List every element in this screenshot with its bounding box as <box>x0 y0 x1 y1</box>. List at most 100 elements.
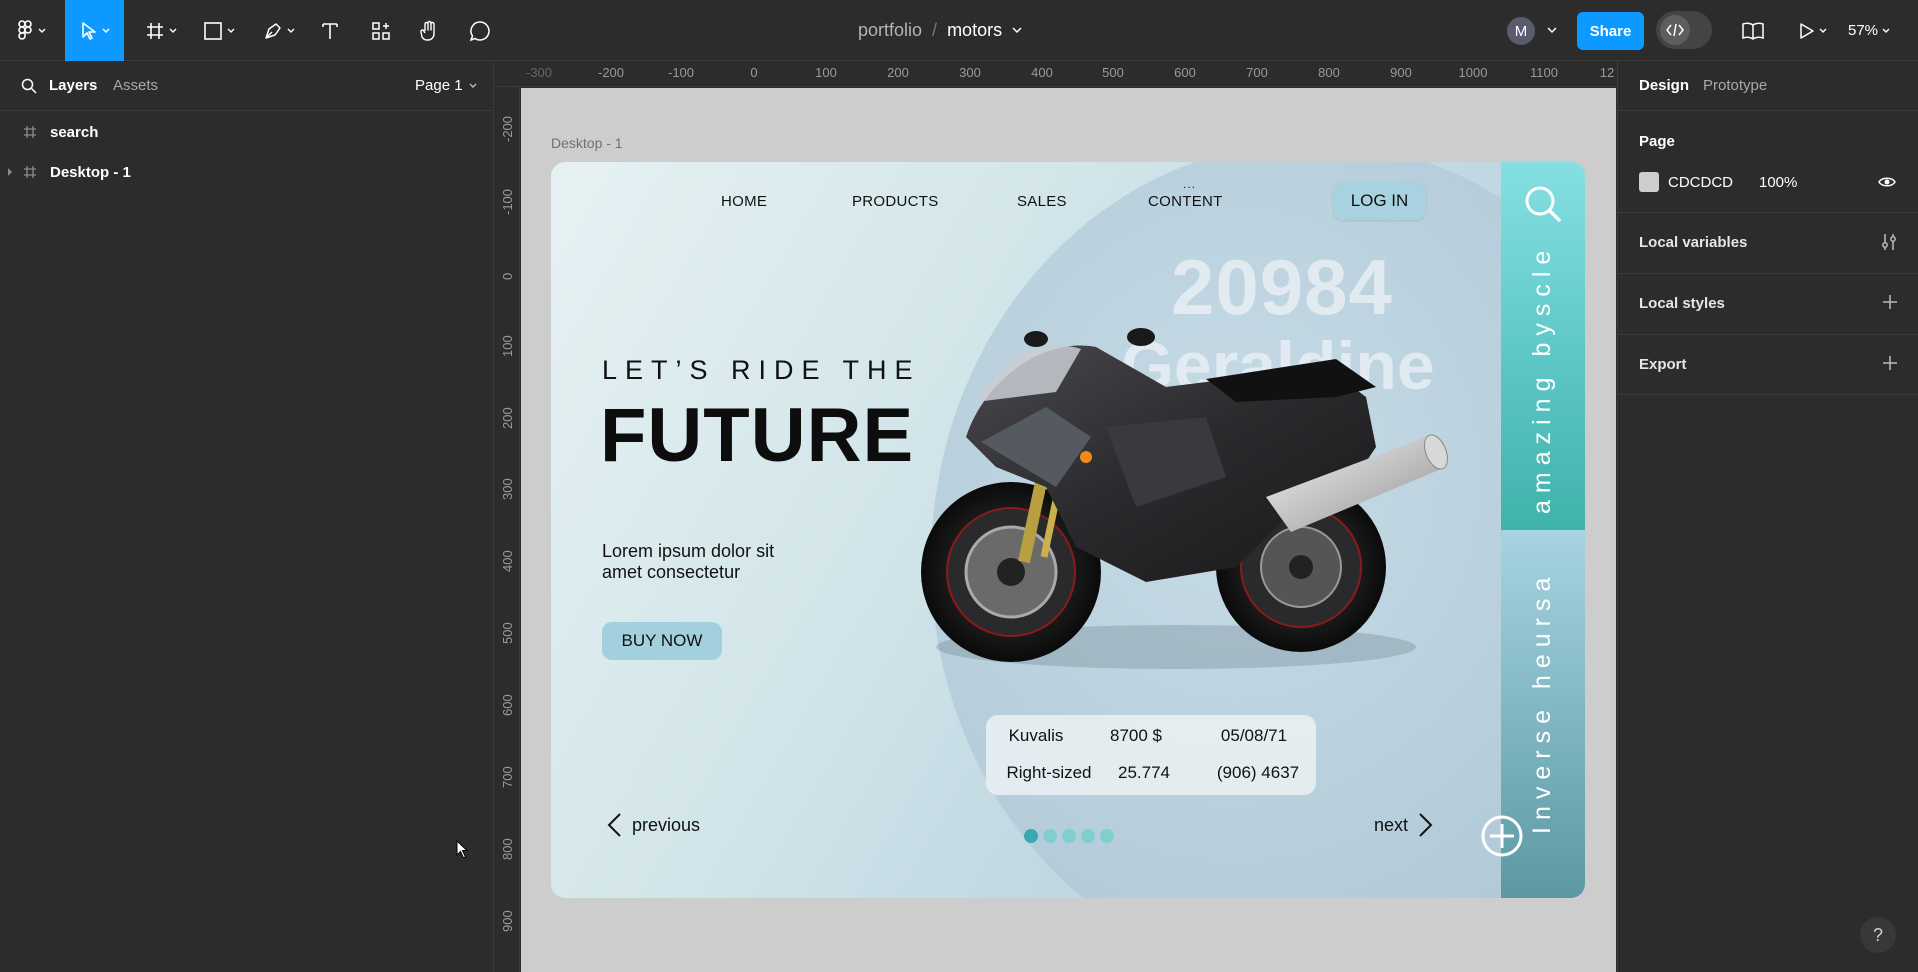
info-cell: 8700 $ <box>1110 726 1162 745</box>
avatar[interactable]: M <box>1507 17 1535 45</box>
breadcrumb-project[interactable]: portfolio <box>858 20 922 41</box>
login-button[interactable]: LOG IN <box>1333 182 1426 220</box>
chevron-down-icon <box>102 28 109 33</box>
canvas[interactable]: Desktop - 1 HOME PRODUCTS SALES CONTENT … <box>521 88 1616 972</box>
export-row[interactable]: Export <box>1618 334 1918 395</box>
resources-button[interactable] <box>366 0 396 61</box>
zoom-level: 57% <box>1848 22 1879 39</box>
nav-sales[interactable]: SALES <box>1017 193 1067 210</box>
frame-label[interactable]: Desktop - 1 <box>551 135 623 151</box>
eye-icon[interactable] <box>1878 175 1896 189</box>
layer-item-desktop-1[interactable]: Desktop - 1 <box>0 152 494 192</box>
section-label: Local variables <box>1639 234 1748 251</box>
caret-right-icon[interactable] <box>6 167 14 177</box>
tab-assets[interactable]: Assets <box>113 77 158 94</box>
nav-content[interactable]: CONTENT <box>1148 193 1223 210</box>
chevron-down-icon[interactable] <box>1547 27 1557 34</box>
breadcrumb: portfolio / motors <box>858 0 1022 61</box>
ruler-tick: -200 <box>500 115 515 142</box>
share-button[interactable]: Share <box>1577 12 1644 50</box>
local-variables-row[interactable]: Local variables <box>1618 212 1918 273</box>
local-styles-row[interactable]: Local styles <box>1618 273 1918 334</box>
page-color-swatch[interactable] <box>1639 172 1659 192</box>
page-color-opacity[interactable]: 100% <box>1759 174 1797 191</box>
tab-prototype[interactable]: Prototype <box>1703 77 1767 94</box>
hero-description: Lorem ipsum dolor sit amet consectetur <box>602 541 775 582</box>
page-selector[interactable]: Page 1 <box>415 77 477 94</box>
carousel-dot[interactable] <box>1062 829 1076 843</box>
frame-tool-button[interactable] <box>140 0 182 61</box>
desktop-frame[interactable]: HOME PRODUCTS SALES CONTENT ... LOG IN 2… <box>551 162 1585 898</box>
comment-tool-button[interactable] <box>465 0 495 61</box>
previous-button[interactable]: previous <box>606 812 700 838</box>
nav-home[interactable]: HOME <box>721 193 767 210</box>
frame-hash-icon <box>24 166 36 178</box>
chevron-down-icon <box>38 28 46 33</box>
info-cell: 25.774 <box>1118 763 1170 782</box>
ruler-vertical: -200 -100 0 100 200 300 400 500 600 700 … <box>494 87 520 972</box>
book-open-icon <box>1742 22 1764 40</box>
dev-mode-toggle[interactable] <box>1656 11 1712 49</box>
code-icon <box>1660 15 1690 45</box>
move-tool-button[interactable] <box>65 0 124 61</box>
buy-now-button[interactable]: BUY NOW <box>602 622 722 660</box>
ruler-tick: 700 <box>500 766 515 788</box>
chevron-down-icon <box>469 83 477 88</box>
hero-subhead: LET’S RIDE THE <box>602 355 921 385</box>
toolbar: portfolio / motors M Share 57% <box>0 0 1918 61</box>
ruler-tick: 300 <box>500 478 515 500</box>
cursor-arrow-icon <box>81 21 96 40</box>
present-button[interactable] <box>1793 0 1833 61</box>
search-icon[interactable] <box>21 78 37 94</box>
pen-tool-button[interactable] <box>258 0 300 61</box>
nav-products[interactable]: PRODUCTS <box>852 193 939 210</box>
plus-circle-icon[interactable] <box>1481 815 1523 857</box>
library-button[interactable] <box>1738 0 1768 61</box>
shape-tool-button[interactable] <box>198 0 240 61</box>
carousel-dot[interactable] <box>1024 829 1038 843</box>
ruler-tick: 200 <box>887 65 909 80</box>
carousel-dot[interactable] <box>1043 829 1057 843</box>
hand-icon <box>420 20 435 41</box>
layer-item-search[interactable]: search <box>0 112 494 152</box>
file-name[interactable]: motors <box>947 20 1002 41</box>
play-icon <box>1800 22 1814 39</box>
side-text-top: amazing byscle <box>1528 243 1556 514</box>
layer-label: search <box>50 123 99 141</box>
frame-hash-icon <box>24 126 36 138</box>
ruler-tick: 900 <box>500 910 515 932</box>
hand-tool-button[interactable] <box>414 0 444 61</box>
search-icon[interactable] <box>1523 184 1563 224</box>
help-button[interactable]: ? <box>1860 917 1896 953</box>
ruler-horizontal: -300 -200 -100 0 100 200 300 400 500 600… <box>494 61 1616 87</box>
left-panel-tabs: Layers Assets Page 1 <box>0 61 493 111</box>
page-color-hex[interactable]: CDCDCD <box>1668 174 1733 191</box>
carousel-dot[interactable] <box>1081 829 1095 843</box>
info-cell: 05/08/71 <box>1220 726 1288 745</box>
main-menu-button[interactable] <box>12 0 52 61</box>
chevron-down-icon <box>1882 28 1890 33</box>
text-tool-button[interactable] <box>315 0 345 61</box>
sliders-icon[interactable] <box>1880 233 1898 251</box>
ruler-tick: 200 <box>500 407 515 429</box>
carousel-dot[interactable] <box>1100 829 1114 843</box>
plus-icon[interactable] <box>1882 355 1898 371</box>
vertical-side-banner: amazing byscle Inverse heursa <box>1501 162 1585 898</box>
section-label: Local styles <box>1639 295 1725 312</box>
ruler-tick: 1000 <box>1458 65 1488 80</box>
next-button[interactable]: next <box>1374 812 1434 838</box>
tab-design[interactable]: Design <box>1639 77 1689 94</box>
right-panel: Design Prototype Page CDCDCD 100% Local … <box>1617 61 1918 972</box>
info-cell: (906) 4637 <box>1216 763 1300 782</box>
ruler-tick: 700 <box>1246 65 1268 80</box>
page-selector-label: Page 1 <box>415 77 463 94</box>
ruler-tick: 800 <box>1318 65 1340 80</box>
zoom-control[interactable]: 57% <box>1848 0 1890 61</box>
nav-more-dots: ... <box>1183 177 1197 191</box>
text-t-icon <box>322 22 338 39</box>
figma-logo-icon <box>18 19 32 40</box>
ruler-tick: -100 <box>500 188 515 215</box>
plus-icon[interactable] <box>1882 294 1898 310</box>
tab-layers[interactable]: Layers <box>49 77 97 94</box>
chevron-down-icon[interactable] <box>1012 27 1022 34</box>
